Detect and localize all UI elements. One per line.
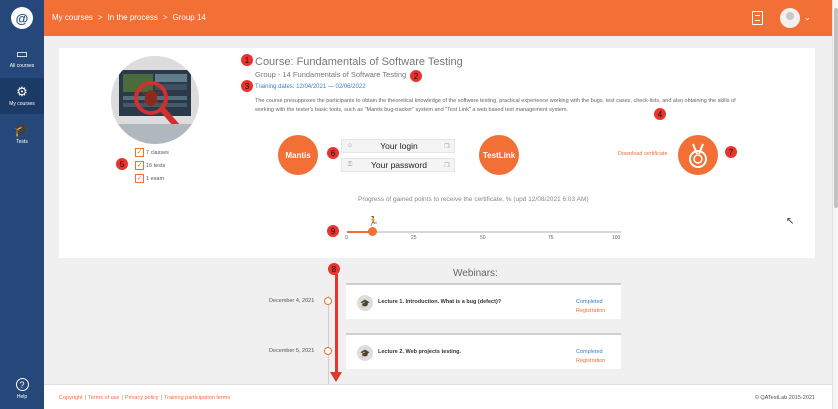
course-title: Course: Fundamentals of Software Testing bbox=[255, 56, 463, 68]
mantis-button[interactable]: Mantis bbox=[278, 135, 318, 175]
login-value: Your login bbox=[380, 141, 418, 151]
training-dates: Training dates: 12/04/2021 — 02/06/2022 bbox=[255, 84, 366, 90]
footer-link-copyright[interactable]: Copyright bbox=[59, 395, 83, 401]
sidebar-item-label: Tests bbox=[16, 139, 28, 145]
timeline-dot bbox=[324, 347, 332, 355]
annotation-badge: 8 bbox=[328, 263, 340, 275]
sidebar-item-label: Help bbox=[16, 394, 28, 400]
scrollbar[interactable] bbox=[832, 0, 838, 409]
annotation-badge: 7 bbox=[725, 146, 737, 158]
progress-track: 🏃 bbox=[347, 216, 621, 236]
checklist-item: ✓ 7 classes bbox=[135, 148, 169, 157]
footer-link-terms[interactable]: Terms of use bbox=[88, 395, 119, 401]
breadcrumb-separator: > bbox=[162, 13, 168, 22]
graduation-cap-icon: 🎓 bbox=[357, 345, 373, 361]
annotation-badge: 2 bbox=[410, 70, 422, 82]
checklist-item: ✓ 16 tests bbox=[135, 161, 166, 170]
annotation-badge: 4 bbox=[654, 108, 666, 120]
copy-icon[interactable]: ❐ bbox=[440, 162, 454, 169]
sidebar-item-my-courses[interactable]: ⚙ My courses bbox=[0, 78, 44, 114]
breadcrumb: My courses > In the process > Group 14 bbox=[52, 13, 206, 22]
sidebar-item-all-courses[interactable]: ▭ All courses bbox=[0, 40, 44, 76]
top-header: My courses > In the process > Group 14 ⌄ bbox=[44, 0, 832, 36]
copyright-text: © QATestLab 2015-2021 bbox=[754, 395, 815, 401]
avatar[interactable] bbox=[780, 8, 800, 28]
annotation-badge: 1 bbox=[241, 54, 253, 66]
webinars-title: Webinars: bbox=[453, 268, 498, 279]
annotation-badge: 5 bbox=[116, 158, 128, 170]
progress-knob bbox=[367, 227, 377, 236]
annotation-badge: 9 bbox=[327, 225, 339, 237]
course-card: ✓ 7 classes ✓ 16 tests ✓ 1 exam Course: Fun… bbox=[59, 48, 815, 258]
sidebar-item-help[interactable]: ? Help bbox=[0, 378, 44, 400]
course-checklist: ✓ 7 classes ✓ 16 tests ✓ 1 exam bbox=[135, 146, 169, 185]
mouse-cursor-icon: ↖ bbox=[786, 216, 795, 227]
app-logo[interactable]: @ bbox=[11, 7, 33, 29]
breadcrumb-current: Group 14 bbox=[172, 13, 206, 22]
book-icon: ▭ bbox=[15, 46, 29, 61]
testlink-button[interactable]: TestLink bbox=[479, 135, 519, 175]
annotation-badge: 3 bbox=[241, 80, 253, 92]
annotation-arrow bbox=[335, 274, 338, 374]
footer-links: Copyright | Terms of use | Privacy policy | Tr… bbox=[59, 395, 231, 401]
progress-tick: 50 bbox=[480, 235, 486, 241]
footer-link-privacy[interactable]: Privacy policy bbox=[125, 395, 159, 401]
progress-tick: 75 bbox=[548, 235, 554, 241]
login-field[interactable]: ☺ Your login ❐ bbox=[341, 139, 455, 153]
medal-icon[interactable] bbox=[678, 135, 718, 175]
breadcrumb-link[interactable]: In the process bbox=[108, 13, 158, 22]
check-icon: ✓ bbox=[135, 161, 144, 170]
webinar-date: December 5, 2021 bbox=[269, 348, 315, 354]
progress-tick: 100 bbox=[612, 235, 621, 241]
webinar-card[interactable]: 🎓 Lecture 1. Introduction. What is a bug… bbox=[346, 283, 621, 319]
webinar-registration-link[interactable]: Registration bbox=[576, 308, 605, 314]
footer: Copyright | Terms of use | Privacy policy | Tr… bbox=[44, 384, 832, 409]
course-image bbox=[111, 56, 199, 144]
graduation-cap-icon: 🎓 bbox=[13, 122, 31, 137]
lock-icon: ⚿ bbox=[347, 161, 353, 168]
webinar-card[interactable]: 🎓 Lecture 2. Web projects testing. Compl… bbox=[346, 333, 621, 369]
sidebar-item-label: My courses bbox=[9, 101, 35, 107]
check-icon: ✓ bbox=[135, 174, 144, 183]
webinar-name: Lecture 1. Introduction. What is a bug (… bbox=[378, 299, 502, 305]
sidebar-item-label: All courses bbox=[9, 63, 35, 69]
check-icon: ✓ bbox=[135, 148, 144, 157]
password-field[interactable]: ⚿ Your password ❐ bbox=[341, 158, 455, 172]
course-group: Group - 14 Fundamentals of Software Test… bbox=[255, 70, 407, 79]
webinar-status: Completed bbox=[576, 349, 603, 355]
scrollbar-thumb[interactable] bbox=[834, 8, 838, 208]
webinar-date: December 4, 2021 bbox=[269, 298, 315, 304]
user-icon: ☺ bbox=[346, 143, 354, 149]
download-certificate-link[interactable]: Download certificate bbox=[618, 151, 668, 157]
sidebar-item-tests[interactable]: 🎓 Tests bbox=[0, 116, 44, 152]
runner-icon: 🏃 bbox=[367, 216, 379, 226]
footer-link-participation-terms[interactable]: Training participation terms bbox=[164, 395, 230, 401]
breadcrumb-link[interactable]: My courses bbox=[52, 13, 93, 22]
progress-title: Progress of gained points to receive the… bbox=[358, 196, 589, 203]
copy-icon[interactable]: ❐ bbox=[440, 143, 454, 150]
progress-tick: 25 bbox=[411, 235, 417, 241]
annotation-arrow-head bbox=[330, 372, 342, 382]
chevron-down-icon[interactable]: ⌄ bbox=[804, 13, 811, 22]
course-description: The course presupposes the participants … bbox=[255, 98, 736, 113]
graduation-cap-icon: 🎓 bbox=[357, 295, 373, 311]
progress-tick: 0 bbox=[345, 235, 348, 241]
certificate-icon[interactable] bbox=[752, 11, 763, 25]
annotation-badge: 6 bbox=[327, 147, 339, 159]
help-icon: ? bbox=[15, 378, 29, 391]
webinar-name: Lecture 2. Web projects testing. bbox=[378, 349, 462, 355]
webinar-registration-link[interactable]: Registration bbox=[576, 358, 605, 364]
gear-icon: ⚙ bbox=[16, 84, 28, 99]
breadcrumb-separator: > bbox=[97, 13, 103, 22]
sidebar: @ ▭ All courses ⚙ My courses 🎓 Tests ? H… bbox=[0, 0, 44, 409]
checklist-item: ✓ 1 exam bbox=[135, 174, 165, 183]
webinar-status: Completed bbox=[576, 299, 603, 305]
timeline-dot bbox=[324, 297, 332, 305]
timeline-line bbox=[328, 296, 329, 384]
password-value: Your password bbox=[371, 160, 427, 170]
